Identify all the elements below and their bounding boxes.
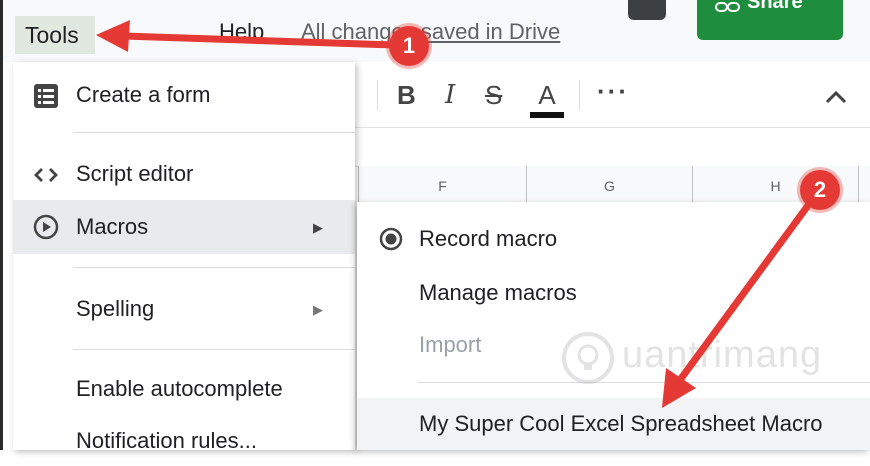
menu-item-label: Enable autocomplete [76, 376, 283, 401]
toolbar-divider [377, 80, 378, 110]
tools-dropdown-menu: Create a form Script editor Macros ▶ Spe… [13, 62, 355, 453]
toolbar-divider [579, 80, 580, 110]
menu-item-label: Import [419, 332, 482, 357]
column-header-f[interactable]: F [358, 166, 526, 206]
menu-item-spelling[interactable]: Spelling ▶ [13, 284, 355, 334]
text-color-label: A [538, 80, 556, 110]
menu-item-custom-macro[interactable]: My Super Cool Excel Spreadsheet Macro [357, 398, 870, 450]
menu-item-label: Create a form [76, 82, 211, 107]
menu-item-record-macro[interactable]: Record macro [357, 214, 870, 264]
italic-button[interactable]: I [445, 80, 455, 110]
play-circle-icon [33, 214, 59, 240]
column-headers: F G H [358, 166, 870, 207]
menu-item-label: Notification rules... [76, 428, 257, 453]
menu-item-manage-macros[interactable]: Manage macros [357, 268, 870, 318]
bold-button[interactable]: B [397, 80, 416, 111]
lightbulb-logo-icon [562, 332, 614, 384]
more-options-button[interactable]: ··· [597, 76, 629, 107]
menu-tools[interactable]: Tools [15, 16, 95, 54]
menu-item-create-form[interactable]: Create a form [13, 70, 355, 120]
menu-item-script-editor[interactable]: Script editor [13, 149, 355, 199]
menu-item-enable-autocomplete[interactable]: Enable autocomplete [13, 364, 355, 414]
record-radio-icon [379, 227, 403, 251]
text-color-button[interactable]: A [530, 80, 564, 118]
code-icon [34, 168, 58, 182]
column-header-g[interactable]: G [526, 166, 692, 206]
watermark-text: uantrimang [622, 334, 823, 376]
formula-bar[interactable] [355, 128, 870, 167]
share-button[interactable]: Share [697, 0, 843, 40]
step-2-callout: 2 [800, 170, 840, 210]
form-icon [34, 84, 58, 108]
save-status-link[interactable]: All changes saved in Drive [301, 19, 560, 45]
collapse-chevron-icon[interactable] [825, 80, 847, 111]
menu-divider [73, 267, 355, 268]
step-1-callout: 1 [389, 26, 429, 66]
menu-divider [73, 349, 355, 350]
menu-divider [73, 132, 355, 133]
menu-bar: Tools Help All changes saved in Drive Sh… [3, 0, 870, 62]
menu-item-label: Script editor [76, 161, 194, 186]
menu-item-label: Record macro [419, 226, 558, 251]
formatting-toolbar: B I S A ··· [355, 62, 870, 128]
menu-item-label: Manage macros [419, 280, 577, 305]
menu-item-label: My Super Cool Excel Spreadsheet Macro [419, 411, 823, 436]
comments-button[interactable] [628, 0, 666, 20]
macros-submenu: Record macro Manage macros Import My Sup… [357, 202, 870, 450]
menu-item-label: Macros [76, 214, 149, 239]
menu-item-label: Spelling [76, 296, 155, 321]
submenu-arrow-icon: ▶ [313, 302, 323, 317]
menu-item-notification-rules[interactable]: Notification rules... [13, 416, 355, 466]
share-label: Share [747, 0, 803, 13]
text-color-swatch [530, 112, 564, 118]
submenu-arrow-icon: ▶ [313, 220, 323, 235]
watermark: uantrimang [560, 330, 860, 390]
link-icon [715, 2, 740, 12]
strikethrough-button[interactable]: S [485, 80, 502, 111]
column-header-next[interactable] [858, 166, 870, 206]
window-frame-edge [0, 0, 3, 450]
menu-item-macros[interactable]: Macros ▶ [13, 200, 355, 254]
menu-help[interactable]: Help [219, 19, 264, 45]
